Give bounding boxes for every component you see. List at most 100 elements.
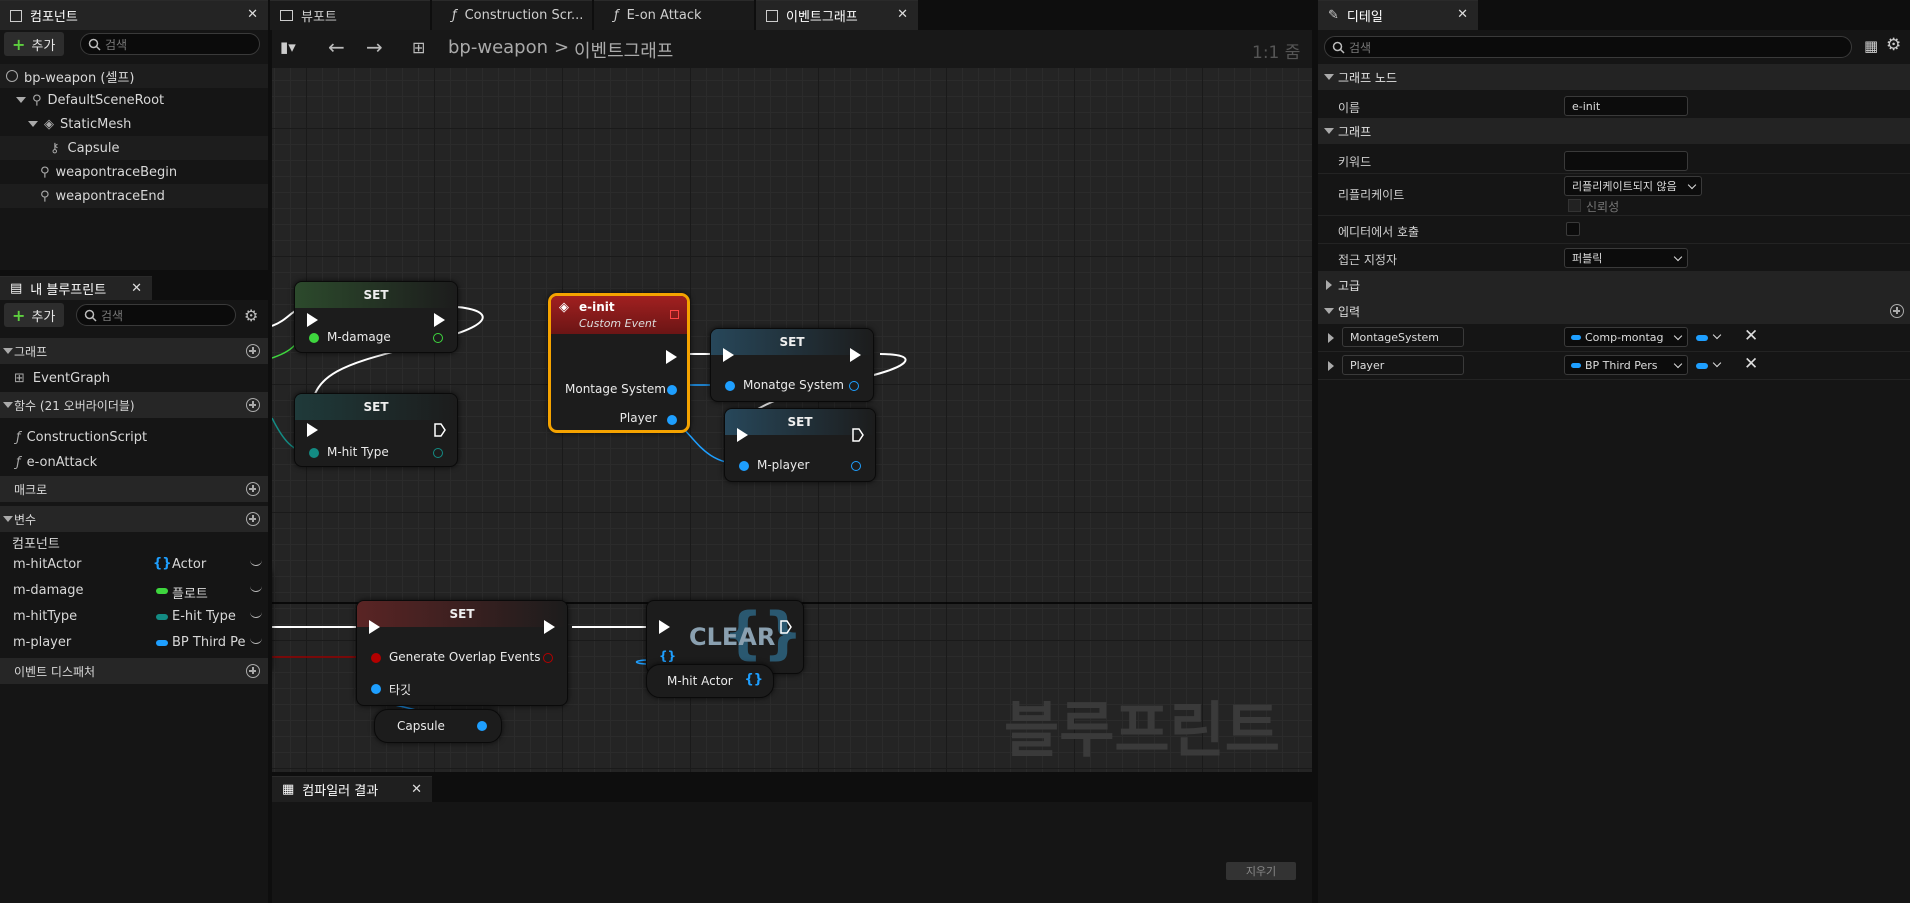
section-variables[interactable]: 변수 bbox=[0, 506, 268, 532]
container-type-icon[interactable] bbox=[1696, 363, 1708, 369]
section-inputs[interactable]: 입력 bbox=[1318, 298, 1910, 324]
remove-param-icon[interactable]: ✕ bbox=[1744, 326, 1758, 346]
object-pin[interactable] bbox=[725, 381, 735, 391]
bool-pin[interactable] bbox=[371, 653, 381, 663]
name-field[interactable]: e-init bbox=[1564, 96, 1688, 116]
exec-in-pin[interactable] bbox=[369, 620, 380, 634]
section-macros[interactable]: 매크로 bbox=[0, 476, 268, 502]
variable-category-components[interactable]: 컴포넌트 bbox=[0, 532, 268, 552]
close-icon[interactable]: ✕ bbox=[411, 782, 422, 797]
section-functions[interactable]: 함수 (21 오버라이더블) bbox=[0, 392, 268, 418]
gear-icon[interactable]: ⚙ bbox=[244, 306, 258, 325]
call-in-editor-checkbox[interactable] bbox=[1566, 222, 1580, 236]
tab-my-blueprint[interactable]: ▤ 내 블루프린트 ✕ bbox=[0, 276, 152, 300]
eye-icon[interactable] bbox=[250, 560, 262, 566]
bool-out-pin[interactable] bbox=[543, 653, 553, 663]
details-search-input[interactable]: 검색 bbox=[1324, 36, 1852, 58]
struct-out-pin[interactable]: {} bbox=[744, 672, 763, 687]
clear-node[interactable]: {} CLEAR {} bbox=[646, 600, 804, 674]
eye-icon[interactable] bbox=[250, 586, 262, 592]
variable-row[interactable]: m-damage 플로트 bbox=[0, 578, 268, 604]
target-pin[interactable] bbox=[371, 684, 381, 694]
delegate-pin[interactable] bbox=[670, 310, 679, 319]
forward-arrow-icon[interactable]: → bbox=[366, 35, 383, 59]
add-component-button[interactable]: + 추가 bbox=[4, 32, 64, 56]
close-icon[interactable]: ✕ bbox=[897, 7, 908, 22]
set-m-hit-type-node[interactable]: SET M-hit Type bbox=[294, 393, 458, 467]
section-event-dispatchers[interactable]: 이벤트 디스패처 bbox=[0, 658, 268, 684]
param-name-field[interactable]: Player bbox=[1342, 355, 1464, 375]
back-arrow-icon[interactable]: ← bbox=[328, 35, 345, 59]
function-item-e-onattack[interactable]: ƒ e-onAttack bbox=[0, 450, 268, 474]
add-macro-icon[interactable] bbox=[246, 482, 260, 496]
exec-in-pin[interactable] bbox=[307, 313, 318, 327]
enum-out-pin[interactable] bbox=[433, 448, 443, 458]
tab-construction-script[interactable]: ƒ Construction Scr... bbox=[432, 0, 592, 30]
table-view-icon[interactable]: ▦ bbox=[1864, 37, 1878, 55]
float-pin[interactable] bbox=[309, 333, 319, 343]
object-out-pin[interactable] bbox=[477, 721, 487, 731]
param-name-field[interactable]: MontageSystem bbox=[1342, 327, 1464, 347]
close-icon[interactable]: ✕ bbox=[1457, 7, 1468, 22]
section-graph[interactable]: 그래프 bbox=[0, 338, 268, 364]
variable-row[interactable]: m-player BP Third Pe bbox=[0, 630, 268, 656]
object-out-pin[interactable] bbox=[849, 381, 859, 391]
m-hit-actor-getter-node[interactable]: M-hit Actor {} bbox=[646, 664, 774, 698]
access-specifier-dropdown[interactable]: 퍼블릭 bbox=[1564, 248, 1688, 268]
collapsed-arrow-icon[interactable] bbox=[1328, 333, 1334, 343]
gear-icon[interactable]: ⚙ bbox=[1886, 35, 1901, 55]
tab-event-graph[interactable]: 이벤트그래프 ✕ bbox=[756, 0, 918, 30]
tree-item-weapontrace-begin[interactable]: ⚲ weapontraceBegin bbox=[0, 160, 268, 184]
add-graph-icon[interactable] bbox=[246, 344, 260, 358]
remove-param-icon[interactable]: ✕ bbox=[1744, 354, 1758, 374]
param-type-dropdown[interactable]: BP Third Pers bbox=[1564, 355, 1688, 375]
bookmark-icon[interactable]: ▮▾ bbox=[280, 38, 296, 56]
object-out-pin[interactable] bbox=[851, 461, 861, 471]
set-montage-system-node[interactable]: SET Monatge System bbox=[710, 328, 874, 402]
breadcrumb-root[interactable]: bp-weapon bbox=[448, 37, 548, 58]
tree-item-weapontrace-end[interactable]: ⚲ weapontraceEnd bbox=[0, 184, 268, 208]
object-pin[interactable] bbox=[739, 461, 749, 471]
exec-in-pin[interactable] bbox=[723, 348, 734, 362]
tab-compiler-results[interactable]: ▦ 컴파일러 결과 ✕ bbox=[272, 776, 432, 802]
e-init-custom-event-node[interactable]: ◈ e-init Custom Event Montage System Pla… bbox=[548, 293, 690, 433]
add-dispatcher-icon[interactable] bbox=[246, 664, 260, 678]
add-input-icon[interactable] bbox=[1890, 304, 1904, 318]
graph-item-eventgraph[interactable]: ⊞ EventGraph bbox=[0, 366, 268, 390]
exec-out-pin[interactable] bbox=[666, 350, 677, 364]
set-m-damage-node[interactable]: SET M-damage bbox=[294, 281, 458, 353]
struct-in-pin[interactable]: {} bbox=[659, 649, 676, 663]
function-item-construction-script[interactable]: ƒ ConstructionScript bbox=[0, 425, 268, 449]
exec-out-pin[interactable] bbox=[434, 423, 446, 437]
enum-pin[interactable] bbox=[309, 448, 319, 458]
tree-item-static-mesh[interactable]: ◈ StaticMesh bbox=[0, 112, 268, 136]
tab-details[interactable]: ✎ 디테일 ✕ bbox=[1318, 0, 1478, 30]
container-type-icon[interactable] bbox=[1696, 335, 1708, 341]
graph-hierarchy-icon[interactable]: ⊞ bbox=[412, 38, 425, 57]
set-m-player-node[interactable]: SET M-player bbox=[724, 408, 876, 482]
section-advanced[interactable]: 고급 bbox=[1318, 272, 1910, 298]
section-graph-node[interactable]: 그래프 노드 bbox=[1318, 64, 1910, 90]
tab-components[interactable]: 컴포넌트 ✕ bbox=[0, 0, 268, 30]
float-out-pin[interactable] bbox=[433, 333, 443, 343]
keywords-field[interactable] bbox=[1564, 151, 1688, 171]
tree-item-capsule[interactable]: ⚷ Capsule bbox=[0, 136, 268, 160]
replicate-dropdown[interactable]: 리플리케이트되지 않음 bbox=[1564, 176, 1702, 196]
exec-out-pin[interactable] bbox=[544, 620, 555, 634]
component-search-input[interactable]: 검색 bbox=[80, 33, 260, 55]
collapsed-arrow-icon[interactable] bbox=[1328, 361, 1334, 371]
section-graph[interactable]: 그래프 bbox=[1318, 118, 1910, 144]
close-icon[interactable]: ✕ bbox=[247, 7, 258, 22]
capsule-getter-node[interactable]: Capsule bbox=[374, 709, 502, 743]
tree-item-self[interactable]: bp-weapon (셀프) bbox=[0, 64, 268, 88]
graph-canvas[interactable]: SET M-damage SET M-hit Type ◈ e-init Cus… bbox=[272, 68, 1312, 772]
eye-icon[interactable] bbox=[250, 612, 262, 618]
add-variable-icon[interactable] bbox=[246, 512, 260, 526]
exec-out-pin[interactable] bbox=[850, 348, 861, 362]
exec-in-pin[interactable] bbox=[737, 428, 748, 442]
object-out-pin[interactable] bbox=[667, 385, 677, 395]
reliable-checkbox[interactable] bbox=[1568, 199, 1581, 212]
param-type-dropdown[interactable]: Comp-montag bbox=[1564, 327, 1688, 347]
tab-viewport[interactable]: 뷰포트 bbox=[270, 0, 430, 30]
exec-out-pin[interactable] bbox=[434, 313, 445, 327]
